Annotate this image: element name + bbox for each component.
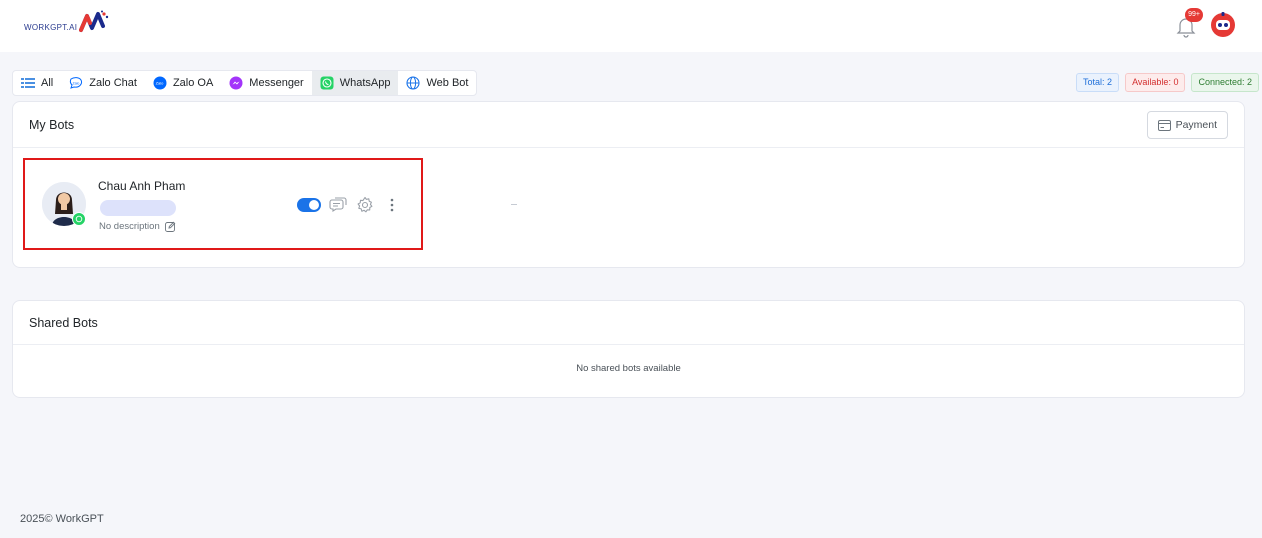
tab-label: WhatsApp xyxy=(339,77,391,89)
tab-label: Zalo Chat xyxy=(89,77,137,89)
edit-icon[interactable] xyxy=(164,221,176,232)
tab-label: Web Bot xyxy=(426,77,469,89)
tab-label: Messenger xyxy=(249,77,304,89)
gear-icon[interactable] xyxy=(356,196,374,214)
bot-name: Chau Anh Pham xyxy=(98,179,186,193)
notification-bell[interactable]: 99+ xyxy=(1175,8,1203,38)
tab-messenger[interactable]: Messenger xyxy=(221,71,311,95)
bot-description: No description xyxy=(99,221,176,232)
top-header: WORKGPT.AI 99+ xyxy=(0,0,1262,52)
shared-bots-header: Shared Bots xyxy=(13,301,1244,345)
tab-zalo-chat[interactable]: Zalo Zalo Chat xyxy=(61,71,145,95)
payment-label: Payment xyxy=(1175,119,1217,131)
available-badge: Available: 0 xyxy=(1125,73,1186,92)
zalo-oa-icon: Zalo xyxy=(153,76,167,90)
svg-text:Zalo: Zalo xyxy=(73,82,80,86)
user-avatar[interactable] xyxy=(1209,10,1237,38)
tab-whatsapp[interactable]: WhatsApp xyxy=(311,71,399,95)
payment-button[interactable]: Payment xyxy=(1146,111,1228,139)
globe-icon xyxy=(406,76,421,90)
platform-tabs: All Zalo Zalo Chat Zalo Zalo OA Messenge… xyxy=(12,70,478,96)
whatsapp-badge-icon xyxy=(72,212,86,226)
divider-tick xyxy=(511,204,517,205)
zalo-chat-icon: Zalo xyxy=(69,76,83,90)
svg-text:Zalo: Zalo xyxy=(156,81,165,86)
tab-label: All xyxy=(41,77,54,89)
messenger-icon xyxy=(229,76,243,90)
chat-icon[interactable] xyxy=(329,196,347,214)
tab-all[interactable]: All xyxy=(13,71,61,95)
bot-stats: Total: 2 Available: 0 Connected: 2 xyxy=(1076,73,1259,92)
shared-bots-card: Shared Bots No shared bots available xyxy=(12,300,1245,398)
workgpt-logo[interactable]: WORKGPT.AI xyxy=(24,10,109,34)
shared-bots-empty-message: No shared bots available xyxy=(576,363,681,374)
shared-bots-title: Shared Bots xyxy=(29,315,98,330)
credit-card-icon xyxy=(1157,119,1171,131)
my-bots-card: My Bots Payment Chau Anh Pham No descrip… xyxy=(12,101,1245,268)
bot-enabled-toggle[interactable] xyxy=(297,198,321,212)
bot-card[interactable]: Chau Anh Pham No description xyxy=(23,158,423,250)
footer-copyright: 2025© WorkGPT xyxy=(20,513,104,525)
connected-badge: Connected: 2 xyxy=(1191,73,1259,92)
total-badge: Total: 2 xyxy=(1076,73,1120,92)
tab-web-bot[interactable]: Web Bot xyxy=(398,71,476,95)
more-options-icon[interactable] xyxy=(383,196,401,214)
bot-phone-placeholder xyxy=(100,200,176,216)
robot-avatar-icon xyxy=(1211,12,1235,37)
my-bots-header: My Bots Payment xyxy=(13,102,1244,148)
my-bots-title: My Bots xyxy=(29,117,75,132)
bot-description-text: No description xyxy=(99,221,160,232)
logo-mark-icon xyxy=(79,10,109,32)
notification-count-badge: 99+ xyxy=(1185,8,1203,22)
logo-text: WORKGPT.AI xyxy=(24,23,78,32)
tab-zalo-oa[interactable]: Zalo Zalo OA xyxy=(145,71,221,95)
whatsapp-icon xyxy=(320,76,334,90)
tab-label: Zalo OA xyxy=(172,77,214,89)
list-icon xyxy=(21,76,35,90)
